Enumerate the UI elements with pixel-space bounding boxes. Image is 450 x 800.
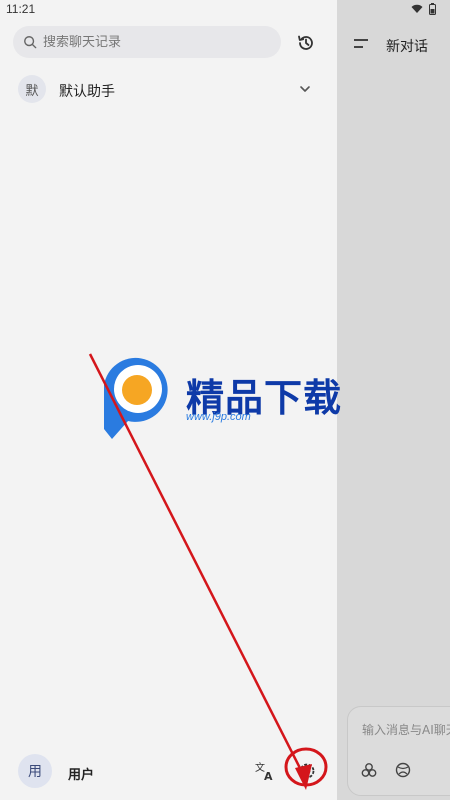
battery-icon <box>429 3 436 15</box>
model-icon[interactable] <box>360 761 378 779</box>
user-avatar[interactable]: 用 <box>18 754 52 788</box>
history-button[interactable] <box>294 31 318 55</box>
web-search-icon[interactable] <box>394 761 412 779</box>
search-input[interactable] <box>43 34 263 50</box>
user-name[interactable]: 用户 <box>68 764 94 783</box>
settings-gear-icon[interactable] <box>296 760 318 782</box>
watermark-url: www.j9p.com <box>186 411 251 423</box>
translate-icon[interactable]: 文 A <box>254 760 276 782</box>
message-input-box[interactable] <box>347 706 450 796</box>
message-input[interactable] <box>362 723 450 737</box>
search-icon <box>24 36 37 49</box>
conversation-title: 新对话 <box>386 39 428 55</box>
status-time: 11:21 <box>6 2 36 16</box>
menu-icon[interactable] <box>354 38 368 50</box>
search-box[interactable] <box>13 26 281 58</box>
wifi-icon <box>411 4 423 13</box>
status-icons <box>411 3 436 15</box>
assistant-selector[interactable]: 默 默认助手 <box>0 70 337 110</box>
watermark-logo: 精品下载 www.j9p.com <box>98 355 358 445</box>
history-icon <box>298 35 313 50</box>
assistant-avatar: 默 <box>18 75 46 103</box>
svg-text:A: A <box>264 770 273 782</box>
chevron-down-icon[interactable] <box>298 82 312 96</box>
watermark-emblem-icon <box>104 357 168 439</box>
assistant-name: 默认助手 <box>59 84 115 100</box>
